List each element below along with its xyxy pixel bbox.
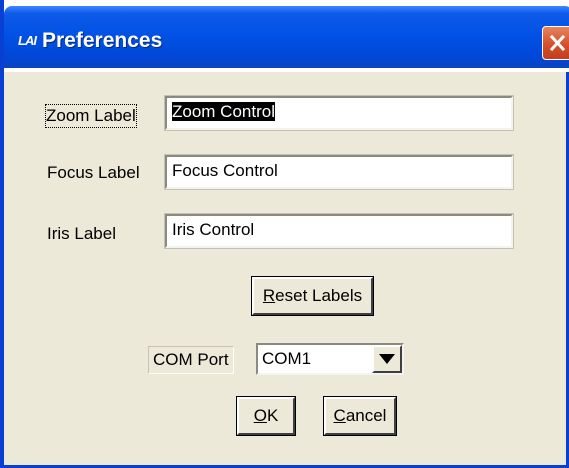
reset-labels-button-label: eset Labels — [275, 286, 363, 305]
preferences-dialog: LAI Preferences Zoom Label Zoom Control … — [0, 0, 569, 468]
window-title: Preferences — [42, 29, 163, 52]
title-bar-area: LAI Preferences — [4, 0, 569, 72]
reset-labels-button[interactable]: Reset Labels — [251, 276, 374, 316]
cancel-button-label: ancel — [345, 406, 387, 425]
com-port-select[interactable]: COM1 — [256, 343, 404, 375]
iris-label-input-value: Iris Control — [172, 220, 255, 239]
ok-button[interactable]: OK — [236, 396, 296, 436]
iris-label-input[interactable]: Iris Control — [164, 213, 514, 249]
cancel-button[interactable]: Cancel — [323, 396, 397, 436]
ok-button-label: K — [266, 406, 279, 425]
com-port-dropdown-button[interactable] — [372, 345, 402, 373]
focus-label: Focus Label — [47, 163, 140, 182]
title-bar[interactable]: LAI Preferences — [4, 6, 569, 68]
reset-labels-accelerator: R — [262, 286, 276, 305]
focus-label-input[interactable]: Focus Control — [164, 154, 514, 190]
zoom-label-input-value: Zoom Control — [172, 102, 275, 121]
iris-label: Iris Label — [47, 224, 116, 243]
app-logo-icon: LAI — [18, 33, 37, 48]
ok-accelerator: O — [253, 406, 267, 425]
close-button[interactable] — [542, 26, 569, 60]
cancel-accelerator: C — [333, 406, 346, 425]
zoom-label: Zoom Label — [45, 104, 137, 128]
close-icon — [550, 35, 565, 51]
com-port-select-value: COM1 — [262, 349, 312, 368]
chevron-down-icon — [379, 354, 395, 364]
com-port-label: COM Port — [148, 346, 234, 374]
zoom-label-input[interactable]: Zoom Control — [164, 95, 514, 131]
focus-label-input-value: Focus Control — [172, 161, 278, 180]
